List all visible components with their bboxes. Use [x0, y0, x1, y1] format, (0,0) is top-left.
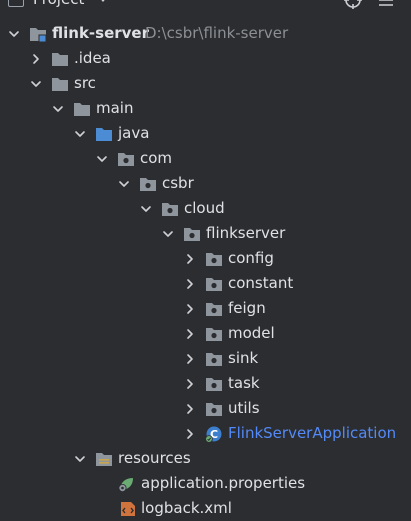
dropdown-caret-icon[interactable]	[97, 0, 109, 4]
chevron-down-icon[interactable]	[118, 178, 130, 190]
tree-node-package[interactable]: utils	[0, 396, 411, 421]
tree-node-src[interactable]: src	[0, 71, 411, 96]
tree-node-logback-xml[interactable]: logback.xml	[0, 496, 411, 521]
package-icon	[205, 350, 223, 368]
project-icon	[8, 0, 24, 7]
chevron-right-icon[interactable]	[184, 303, 196, 315]
tree-node-java[interactable]: java	[0, 121, 411, 146]
chevron-right-icon[interactable]	[30, 53, 42, 65]
chevron-down-icon[interactable]	[52, 103, 64, 115]
tree-node-label: task	[228, 374, 260, 392]
tree-node-cloud[interactable]: cloud	[0, 196, 411, 221]
package-icon	[161, 200, 179, 218]
project-path: D:\csbr\flink-server	[145, 24, 289, 42]
chevron-down-icon[interactable]	[140, 203, 152, 215]
tool-window-title[interactable]: Project	[33, 0, 84, 8]
tree-node-label: cloud	[184, 199, 225, 217]
tree-node-csbr[interactable]: csbr	[0, 171, 411, 196]
tree-node-label: .idea	[74, 49, 111, 67]
chevron-down-icon[interactable]	[96, 153, 108, 165]
tree-node-label: feign	[228, 299, 266, 317]
tree-node-label: sink	[228, 349, 259, 367]
tree-node-label: flinkserver	[206, 224, 286, 242]
tree-node-label: FlinkServerApplication	[228, 424, 397, 442]
tree-node-main[interactable]: main	[0, 96, 411, 121]
tree-node-label: logback.xml	[141, 499, 232, 517]
tree-node-package[interactable]: feign	[0, 296, 411, 321]
tree-node-resources[interactable]: resources	[0, 446, 411, 471]
tree-node-label: main	[96, 99, 134, 117]
target-icon[interactable]	[343, 0, 363, 10]
package-icon	[139, 175, 157, 193]
tree-node-flink-server[interactable]: flink-server D:\csbr\flink-server	[0, 21, 411, 46]
chevron-down-icon[interactable]	[74, 453, 86, 465]
tree-node-label: com	[140, 149, 173, 167]
chevron-down-icon[interactable]	[74, 128, 86, 140]
package-icon	[205, 400, 223, 418]
tree-node-flinkserver[interactable]: flinkserver	[0, 221, 411, 246]
tree-node-com[interactable]: com	[0, 146, 411, 171]
package-icon	[205, 300, 223, 318]
folder-icon	[51, 75, 69, 93]
tree-node-label: flink-server	[52, 24, 149, 42]
package-icon	[205, 375, 223, 393]
tree-node-label: config	[228, 249, 274, 267]
chevron-right-icon[interactable]	[184, 353, 196, 365]
resources-folder-icon	[96, 453, 112, 466]
tree-node-label: src	[74, 74, 96, 92]
chevron-right-icon[interactable]	[184, 378, 196, 390]
tree-node-label: utils	[228, 399, 260, 417]
options-icon[interactable]	[376, 0, 396, 10]
project-tree: flink-server D:\csbr\flink-server .idea …	[0, 21, 411, 521]
tree-node-label: csbr	[162, 174, 194, 192]
tree-node-package[interactable]: task	[0, 371, 411, 396]
package-icon	[205, 250, 223, 268]
chevron-right-icon[interactable]	[184, 428, 196, 440]
chevron-right-icon[interactable]	[184, 278, 196, 290]
package-icon	[183, 225, 201, 243]
chevron-right-icon[interactable]	[184, 328, 196, 340]
spring-properties-icon	[118, 478, 133, 492]
tree-node-package[interactable]: config	[0, 246, 411, 271]
tree-node-application-properties[interactable]: application.properties	[0, 471, 411, 496]
tree-node-idea[interactable]: .idea	[0, 46, 411, 71]
chevron-right-icon[interactable]	[184, 253, 196, 265]
xml-file-icon	[121, 502, 135, 516]
spring-boot-class-icon: C	[205, 426, 222, 443]
tree-node-package[interactable]: model	[0, 321, 411, 346]
tree-node-label: resources	[118, 449, 191, 467]
tree-node-package[interactable]: sink	[0, 346, 411, 371]
tree-node-package[interactable]: constant	[0, 271, 411, 296]
package-icon	[205, 325, 223, 343]
chevron-down-icon[interactable]	[8, 28, 20, 40]
package-icon	[117, 150, 135, 168]
tree-node-label: java	[118, 124, 150, 142]
folder-icon	[51, 50, 69, 68]
tree-node-label: model	[228, 324, 275, 342]
tree-node-label: constant	[228, 274, 294, 292]
tree-node-label: application.properties	[141, 474, 306, 492]
tree-node-flink-server-application[interactable]: C FlinkServerApplication	[0, 421, 411, 446]
project-tool-window-header: Project	[0, 0, 411, 12]
source-root-folder-icon	[95, 125, 113, 143]
chevron-down-icon[interactable]	[30, 78, 42, 90]
chevron-down-icon[interactable]	[162, 228, 174, 240]
package-icon	[205, 275, 223, 293]
folder-icon	[73, 100, 91, 118]
module-folder-icon	[30, 28, 47, 43]
chevron-right-icon[interactable]	[184, 403, 196, 415]
